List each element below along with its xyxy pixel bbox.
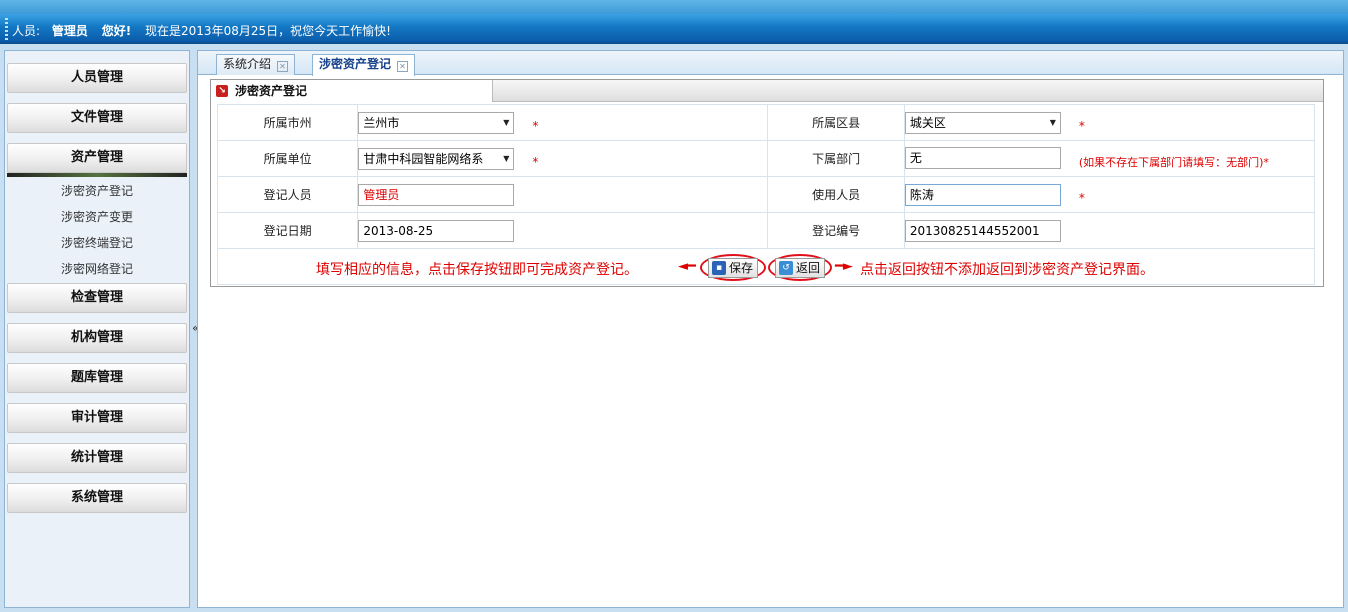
form-row: 所属单位 甘肃中科园智能网络系 * 下属部门 无 (如果不存在下属部门请填写：无部门…: [216, 140, 1316, 177]
greeting: 您好!: [101, 24, 132, 38]
panel-title-text: 涉密资产登记: [235, 84, 308, 98]
menu-statistics[interactable]: 统计管理: [7, 443, 187, 473]
date-label: 登记日期: [216, 212, 359, 249]
menu-personnel[interactable]: 人员管理: [7, 63, 187, 93]
instruction-left: 填写相应的信息，点击保存按钮即可完成资产登记。: [316, 262, 638, 278]
button-row: 填写相应的信息，点击保存按钮即可完成资产登记。 ◄━ ▪ 保存 ↺ 返回 ━► …: [217, 248, 1315, 285]
subdept-label: 下属部门: [767, 140, 905, 177]
tab-bar: 系统介绍 ✕ 涉密资产登记 ✕: [198, 51, 1343, 76]
header-grip: [5, 18, 8, 40]
user-cell: 陈涛 *: [903, 176, 1316, 213]
district-select[interactable]: 城关区: [904, 111, 1061, 134]
menu-files[interactable]: 文件管理: [7, 103, 187, 133]
menu-assets[interactable]: 资产管理: [7, 143, 187, 177]
registrar-label: 登记人员: [216, 176, 359, 213]
back-button[interactable]: ↺ 返回: [775, 258, 826, 278]
register-form: 所属市州 兰州市 * 所属区县 城关区 * 所属单位 甘肃中科园智能网络系 * 下属部…: [216, 104, 1316, 285]
tab-asset-register[interactable]: 涉密资产登记 ✕: [312, 54, 416, 76]
submenu-network-register[interactable]: 涉密网络登记: [7, 256, 187, 282]
arrow-left-icon: ◄━: [678, 259, 696, 274]
district-cell: 城关区 *: [903, 104, 1316, 141]
tab-label: 系统介绍: [223, 57, 272, 71]
submenu-terminal-register[interactable]: 涉密终端登记: [7, 230, 187, 256]
registrar-cell: 管理员: [357, 176, 769, 213]
back-icon: ↺: [779, 261, 793, 275]
back-label: 返回: [796, 261, 821, 275]
menu-system[interactable]: 系统管理: [7, 483, 187, 513]
panel-title: ↘ 涉密资产登记: [211, 80, 493, 102]
panel-header: ↘ 涉密资产登记: [211, 80, 1323, 102]
unit-label: 所属单位: [216, 140, 359, 177]
date-text: 现在是2013年08月25日，祝您今天工作愉快!: [145, 24, 391, 38]
submenu-asset-register[interactable]: 涉密资产登记: [7, 178, 187, 204]
menu-question-bank[interactable]: 题库管理: [7, 363, 187, 393]
header-info: 人员: 管理员 您好! 现在是2013年08月25日，祝您今天工作愉快!: [12, 22, 391, 39]
required-mark: *: [1078, 191, 1085, 205]
tab-system-intro[interactable]: 系统介绍 ✕: [216, 54, 296, 75]
arrow-right-icon: ━►: [835, 259, 853, 274]
number-label: 登记编号: [767, 212, 905, 249]
city-cell: 兰州市 *: [357, 104, 769, 141]
number-input[interactable]: 20130825144552001: [904, 219, 1061, 242]
registrar-input[interactable]: 管理员: [358, 183, 515, 206]
arrow-icon: ↘: [216, 85, 228, 97]
save-button[interactable]: ▪ 保存: [708, 258, 759, 278]
city-label: 所属市州: [216, 104, 359, 141]
register-panel: ↘ 涉密资产登记 所属市州 兰州市 * 所属区县 城关区 * 所属单位 甘肃中科园智…: [210, 79, 1324, 287]
floppy-icon: ▪: [712, 261, 726, 275]
close-icon[interactable]: ✕: [277, 61, 289, 72]
city-select[interactable]: 兰州市: [358, 111, 515, 134]
user-name: 管理员: [51, 24, 88, 38]
user-input[interactable]: 陈涛: [904, 183, 1061, 206]
sidebar: 人员管理 文件管理 资产管理 涉密资产登记 涉密资产变更 涉密终端登记 涉密网络…: [4, 50, 190, 608]
menu-inspection[interactable]: 检查管理: [7, 283, 187, 313]
submenu-asset-change[interactable]: 涉密资产变更: [7, 204, 187, 230]
required-mark: *: [1078, 119, 1085, 133]
required-mark: *: [532, 155, 539, 169]
subdept-input[interactable]: 无: [904, 147, 1061, 170]
unit-cell: 甘肃中科园智能网络系 *: [357, 140, 769, 177]
header-bar: 人员: 管理员 您好! 现在是2013年08月25日，祝您今天工作愉快!: [0, 14, 1348, 44]
main-content: 系统介绍 ✕ 涉密资产登记 ✕ ↘ 涉密资产登记 所属市州 兰州市 * 所属区县 城关…: [197, 50, 1344, 608]
subdept-cell: 无 (如果不存在下属部门请填写：无部门)*: [903, 140, 1316, 177]
user-label: 人员:: [12, 24, 41, 38]
close-icon[interactable]: ✕: [397, 61, 409, 72]
user-label: 使用人员: [767, 176, 905, 213]
form-row: 登记日期 2013-08-25 登记编号 20130825144552001: [216, 212, 1316, 249]
date-input[interactable]: 2013-08-25: [358, 219, 515, 242]
required-mark: *: [532, 119, 539, 133]
number-cell: 20130825144552001: [903, 212, 1316, 249]
top-strip: [0, 0, 1348, 14]
menu-organization[interactable]: 机构管理: [7, 323, 187, 353]
menu-audit[interactable]: 审计管理: [7, 403, 187, 433]
district-label: 所属区县: [767, 104, 905, 141]
form-row: 登记人员 管理员 使用人员 陈涛 *: [216, 176, 1316, 213]
asset-submenu: 涉密资产登记 涉密资产变更 涉密终端登记 涉密网络登记: [7, 178, 187, 282]
instruction-right: 点击返回按钮不添加返回到涉密资产登记界面。: [860, 262, 1154, 278]
unit-select[interactable]: 甘肃中科园智能网络系: [358, 147, 515, 170]
save-label: 保存: [729, 261, 754, 275]
subdept-hint: (如果不存在下属部门请填写：无部门)*: [1078, 155, 1269, 169]
tab-label: 涉密资产登记: [319, 57, 392, 71]
date-cell: 2013-08-25: [357, 212, 769, 249]
button-cell: 填写相应的信息，点击保存按钮即可完成资产登记。 ◄━ ▪ 保存 ↺ 返回 ━► …: [217, 248, 1315, 285]
form-row: 所属市州 兰州市 * 所属区县 城关区 *: [216, 104, 1316, 141]
